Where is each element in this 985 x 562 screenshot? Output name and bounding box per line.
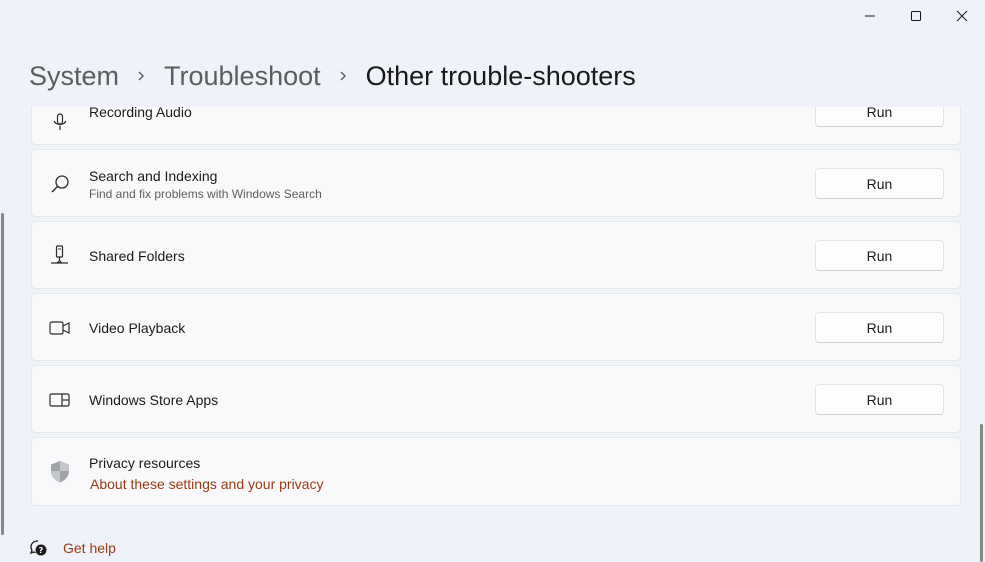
shared-folder-icon xyxy=(48,244,72,268)
troubleshooter-title: Shared Folders xyxy=(89,248,185,264)
troubleshooter-title: Recording Audio xyxy=(89,107,192,120)
chevron-right-icon xyxy=(137,70,145,82)
troubleshooter-list: Recording Audio Run Search and Indexing … xyxy=(0,107,985,562)
run-button[interactable]: Run xyxy=(815,168,944,199)
run-button[interactable]: Run xyxy=(815,240,944,271)
maximize-icon xyxy=(911,11,921,21)
minimize-button[interactable] xyxy=(847,0,893,32)
troubleshooter-shared-folders: Shared Folders Run xyxy=(31,221,961,289)
close-button[interactable] xyxy=(939,0,985,32)
get-help-label: Get help xyxy=(63,540,116,556)
close-icon xyxy=(956,10,968,22)
video-camera-icon xyxy=(48,316,72,340)
maximize-button[interactable] xyxy=(893,0,939,32)
microphone-icon xyxy=(48,111,72,135)
troubleshooter-windows-store-apps: Windows Store Apps Run xyxy=(31,365,961,433)
privacy-resources-card: Privacy resources About these settings a… xyxy=(31,437,961,506)
troubleshooter-title: Windows Store Apps xyxy=(89,392,219,408)
chevron-right-icon xyxy=(339,70,347,82)
store-apps-icon xyxy=(48,388,72,412)
troubleshooter-video-playback: Video Playback Run xyxy=(31,293,961,361)
troubleshooter-title: Search and Indexing xyxy=(89,168,218,184)
run-button[interactable]: Run xyxy=(815,107,944,127)
svg-text:?: ? xyxy=(39,546,44,555)
troubleshooter-recording-audio: Recording Audio Run xyxy=(31,107,961,145)
troubleshooter-search-indexing: Search and Indexing Find and fix problem… xyxy=(31,149,961,217)
shield-icon xyxy=(48,460,72,484)
privacy-link[interactable]: About these settings and your privacy xyxy=(90,475,323,493)
content-scrollbar[interactable] xyxy=(980,424,983,562)
run-button[interactable]: Run xyxy=(815,312,944,343)
run-button[interactable]: Run xyxy=(815,384,944,415)
nav-scrollbar[interactable] xyxy=(1,213,4,535)
window-controls xyxy=(847,0,985,32)
get-help-link[interactable]: ? Get help xyxy=(29,539,116,557)
search-icon xyxy=(48,172,72,196)
breadcrumb-troubleshoot[interactable]: Troubleshoot xyxy=(164,61,321,92)
help-chat-icon: ? xyxy=(29,539,48,557)
breadcrumb: System Troubleshoot Other trouble-shoote… xyxy=(29,56,636,96)
troubleshooter-description: Find and fix problems with Windows Searc… xyxy=(89,187,322,201)
troubleshooter-title: Video Playback xyxy=(89,320,186,336)
privacy-resources-title: Privacy resources xyxy=(89,455,201,471)
minimize-icon xyxy=(865,15,875,17)
page-title: Other trouble-shooters xyxy=(365,60,636,91)
breadcrumb-system[interactable]: System xyxy=(29,61,119,92)
